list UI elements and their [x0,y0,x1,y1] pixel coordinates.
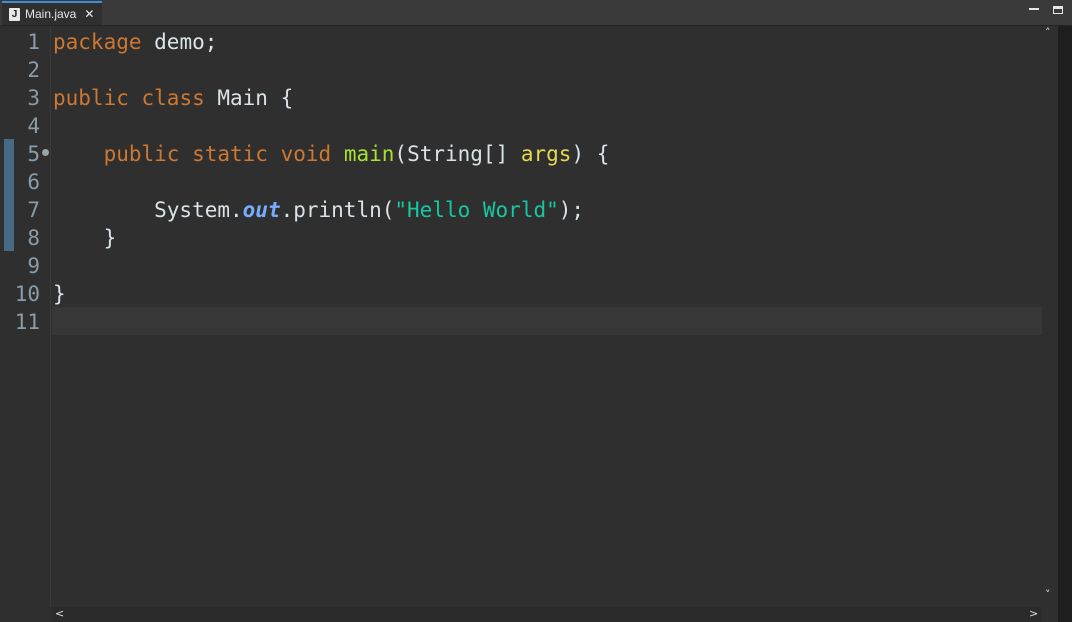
code-token: (String[] [394,142,521,166]
code-line[interactable] [53,112,1038,140]
code-line[interactable] [53,252,1038,280]
code-line[interactable]: } [53,224,1038,252]
code-line[interactable] [53,168,1038,196]
line-number: 5 [27,142,40,166]
fold-marker-icon[interactable] [42,149,49,156]
scroll-up-icon[interactable]: ˄ [1045,26,1051,39]
field-token: out [242,198,281,222]
line-number: 8 [27,226,40,250]
vertical-scrollbar[interactable]: ˄ ˅ [1042,26,1058,607]
code-token: ) { [571,142,610,166]
code-token: demo; [141,30,218,54]
line-number: 4 [27,114,40,138]
keyword-token: package [53,30,142,54]
minimize-icon[interactable] [1029,8,1039,10]
tab-title: Main.java [25,7,77,21]
code-area[interactable]: package demo; public class Main { public … [53,26,1038,336]
line-number: 3 [27,86,40,110]
line-number: 10 [14,282,40,306]
line-number: 11 [14,310,40,334]
tab-main-java[interactable]: J Main.java ✕ [2,1,102,25]
close-icon[interactable]: ✕ [84,7,94,21]
code-line[interactable]: System.out.println("Hello World"); [53,196,1038,224]
line-number: 2 [27,58,40,82]
keyword-token: public [53,86,129,110]
string-literal-token: "Hello World" [394,198,559,222]
scroll-down-icon[interactable]: ˅ [1045,588,1051,601]
maximize-icon[interactable] [1053,6,1063,14]
method-name-token: main [343,142,395,166]
code-line[interactable]: package demo; [53,28,1038,56]
code-token: ); [558,198,585,222]
scroll-right-icon[interactable]: > [1029,607,1038,620]
code-line[interactable]: } [53,280,1038,308]
java-file-icon: J [9,7,20,21]
horizontal-scrollbar[interactable]: < > [51,607,1042,622]
line-number: 7 [27,198,40,222]
code-editor[interactable]: 1 2 3 4 5 6 7 8 9 10 11 package demo; public class … [0,26,1042,607]
code-line[interactable] [53,56,1038,84]
parameter-token: args [520,142,572,166]
overview-ruler [1058,26,1072,622]
keyword-token: void [280,142,332,166]
line-number: 6 [27,170,40,194]
code-token: } [53,226,117,250]
code-token: .println( [280,198,395,222]
code-line[interactable]: public static void main(String[] args) { [53,140,1038,168]
code-token: } [53,282,66,306]
code-token: Main { [204,86,294,110]
keyword-token: public [103,142,180,166]
line-number: 1 [27,30,40,54]
scroll-corner [0,607,51,622]
line-number-gutter: 1 2 3 4 5 6 7 8 9 10 11 [0,26,51,607]
editor-tab-bar: J Main.java ✕ [0,0,1072,26]
code-line[interactable] [53,308,1038,336]
scroll-left-icon[interactable]: < [55,607,64,620]
keyword-token: static [192,142,268,166]
code-token: System. [53,198,243,222]
keyword-token: class [141,86,205,110]
code-line[interactable]: public class Main { [53,84,1038,112]
line-number: 9 [27,254,40,278]
